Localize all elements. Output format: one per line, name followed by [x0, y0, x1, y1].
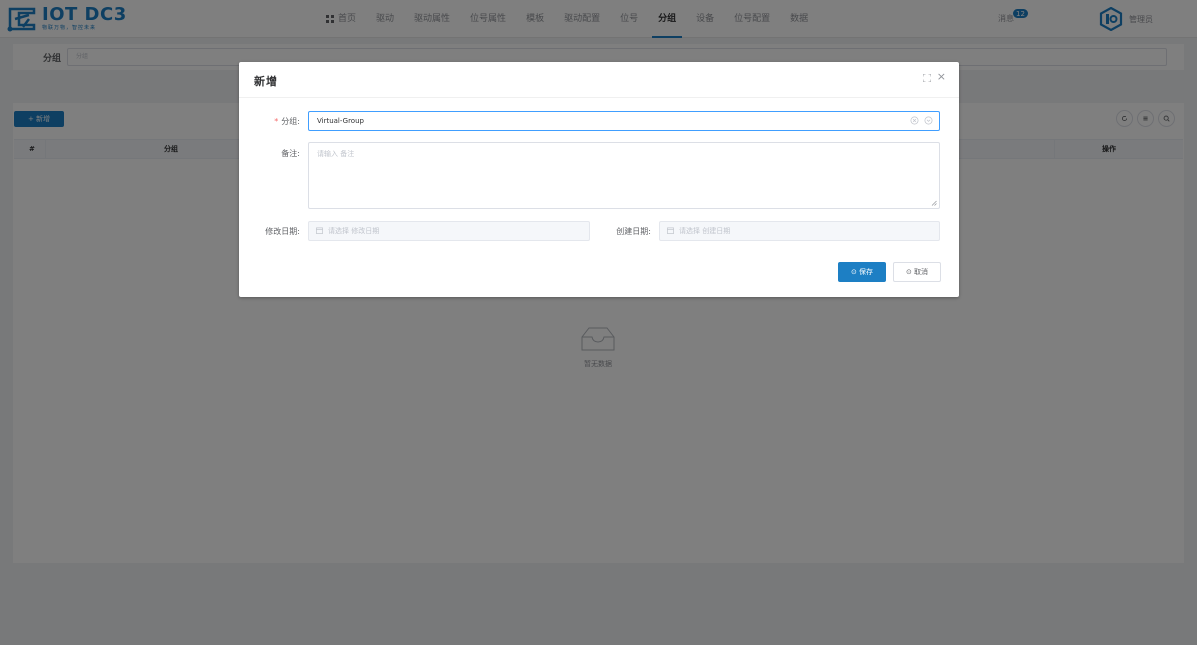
- dialog-divider: [239, 97, 959, 98]
- fullscreen-icon[interactable]: [923, 74, 931, 82]
- dialog-title: 新增: [254, 75, 278, 88]
- create-date-label: 创建日期:: [616, 227, 651, 236]
- calendar-icon: [316, 227, 323, 234]
- update-date-label: 修改日期:: [265, 227, 300, 236]
- cancel-button[interactable]: ⊙ 取消: [893, 262, 941, 282]
- required-mark: *: [274, 117, 279, 126]
- group-select[interactable]: Virtual-Group: [308, 111, 940, 131]
- group-select-value: Virtual-Group: [317, 117, 364, 125]
- chevron-down-icon[interactable]: [924, 116, 933, 125]
- remark-textarea[interactable]: 请输入 备注: [308, 142, 940, 209]
- update-date-picker[interactable]: 请选择 修改日期: [308, 221, 590, 241]
- group-label: * 分组:: [274, 116, 300, 127]
- save-button[interactable]: ⊙ 保存: [838, 262, 886, 282]
- resize-handle-icon[interactable]: [931, 200, 937, 206]
- clear-icon[interactable]: [910, 116, 919, 125]
- add-group-dialog: 新增 × * 分组: Virtual-Group 备注: 请输入 备注 修改日期:…: [239, 62, 959, 297]
- update-date-placeholder: 请选择 修改日期: [328, 227, 380, 235]
- close-icon[interactable]: ×: [937, 71, 946, 83]
- remark-placeholder: 请输入 备注: [317, 150, 355, 158]
- create-date-placeholder: 请选择 创建日期: [679, 227, 731, 235]
- group-label-text: 分组:: [281, 117, 300, 126]
- create-date-picker[interactable]: 请选择 创建日期: [659, 221, 940, 241]
- remark-label: 备注:: [281, 149, 300, 158]
- calendar-icon: [667, 227, 674, 234]
